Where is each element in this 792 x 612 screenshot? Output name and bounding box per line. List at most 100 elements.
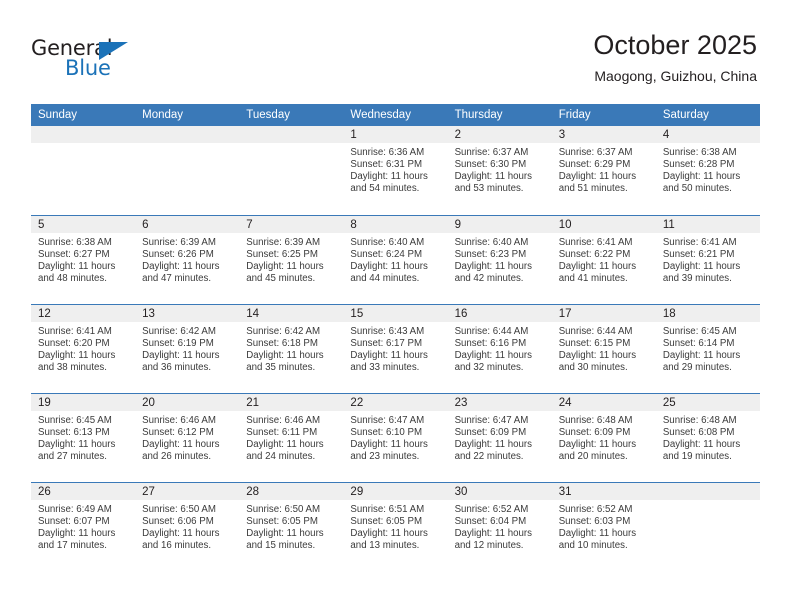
day-number: 27 xyxy=(135,482,240,500)
day-details xyxy=(656,500,760,504)
daylight-duration-line1: Daylight: 11 hours xyxy=(142,527,220,539)
calendar-day-cell[interactable]: 2 Sunrise: 6:37 AM Sunset: 6:30 PM Daylight… xyxy=(447,126,552,216)
calendar-day-cell[interactable]: 20 Sunrise: 6:46 AM Sunset: 6:12 PM Dayligh… xyxy=(135,393,240,483)
sunset-time: Sunset: 6:29 PM xyxy=(558,159,631,171)
title-block: October 2025 Maogong, Guizhou, China xyxy=(593,30,757,84)
daylight-duration-line2: and 24 minutes. xyxy=(246,450,316,462)
daylight-duration-line1: Daylight: 11 hours xyxy=(350,438,428,450)
calendar-day-cell[interactable]: 18 Sunrise: 6:45 AM Sunset: 6:14 PM Dayligh… xyxy=(655,304,760,394)
calendar-day-cell[interactable]: 31 Sunrise: 6:52 AM Sunset: 6:03 PM Dayligh… xyxy=(551,482,656,571)
daylight-duration-line2: and 38 minutes. xyxy=(38,361,107,373)
daylight-duration-line1: Daylight: 11 hours xyxy=(454,438,532,450)
daylight-duration-line2: and 35 minutes. xyxy=(246,361,316,373)
sunrise-time: Sunrise: 6:41 AM xyxy=(662,236,737,248)
sunset-time: Sunset: 6:30 PM xyxy=(454,159,527,171)
calendar-day-cell[interactable]: 26 Sunrise: 6:49 AM Sunset: 6:07 PM Dayligh… xyxy=(31,482,136,571)
day-details xyxy=(31,143,135,147)
calendar-day-cell[interactable]: 24 Sunrise: 6:48 AM Sunset: 6:09 PM Dayligh… xyxy=(551,393,656,483)
daylight-duration-line2: and 51 minutes. xyxy=(558,183,628,195)
sunrise-time: Sunrise: 6:39 AM xyxy=(142,236,216,248)
day-details: Sunrise: 6:39 AM Sunset: 6:26 PM Daylight:… xyxy=(135,233,239,285)
daylight-duration-line1: Daylight: 11 hours xyxy=(558,260,637,272)
calendar-day-cell[interactable]: 10 Sunrise: 6:41 AM Sunset: 6:22 PM Dayligh… xyxy=(551,215,656,305)
day-details: Sunrise: 6:52 AM Sunset: 6:03 PM Daylight:… xyxy=(552,500,656,552)
daylight-duration-line1: Daylight: 11 hours xyxy=(662,260,741,272)
sunrise-time: Sunrise: 6:49 AM xyxy=(38,503,112,515)
calendar-week-row: 1 Sunrise: 6:36 AM Sunset: 6:31 PM Daylight… xyxy=(31,126,760,216)
daylight-duration-line2: and 16 minutes. xyxy=(142,539,212,551)
calendar-day-cell-empty xyxy=(135,126,240,216)
sunset-time: Sunset: 6:09 PM xyxy=(558,426,631,438)
sunrise-time: Sunrise: 6:47 AM xyxy=(350,414,425,426)
sunset-time: Sunset: 6:10 PM xyxy=(350,426,423,438)
calendar-day-cell[interactable]: 5 Sunrise: 6:38 AM Sunset: 6:27 PM Daylight… xyxy=(31,215,136,305)
calendar-day-cell-empty xyxy=(31,126,136,216)
calendar-day-cell[interactable]: 28 Sunrise: 6:50 AM Sunset: 6:05 PM Dayligh… xyxy=(239,482,344,571)
daylight-duration-line1: Daylight: 11 hours xyxy=(662,349,741,361)
calendar-day-cell[interactable]: 7 Sunrise: 6:39 AM Sunset: 6:25 PM Daylight… xyxy=(239,215,344,305)
calendar-day-cell[interactable]: 3 Sunrise: 6:37 AM Sunset: 6:29 PM Daylight… xyxy=(551,126,656,216)
calendar-day-cell[interactable]: 14 Sunrise: 6:42 AM Sunset: 6:18 PM Dayligh… xyxy=(239,304,344,394)
daylight-duration-line1: Daylight: 11 hours xyxy=(142,438,220,450)
daylight-duration-line2: and 27 minutes. xyxy=(38,450,107,462)
sunrise-time: Sunrise: 6:51 AM xyxy=(350,503,425,515)
day-number: 21 xyxy=(239,393,344,411)
day-details: Sunrise: 6:38 AM Sunset: 6:28 PM Daylight:… xyxy=(656,143,760,195)
calendar-day-cell[interactable]: 27 Sunrise: 6:50 AM Sunset: 6:06 PM Dayligh… xyxy=(135,482,240,571)
calendar-day-cell[interactable]: 9 Sunrise: 6:40 AM Sunset: 6:23 PM Daylight… xyxy=(447,215,552,305)
calendar-day-cell[interactable]: 6 Sunrise: 6:39 AM Sunset: 6:26 PM Daylight… xyxy=(135,215,240,305)
daylight-duration-line1: Daylight: 11 hours xyxy=(38,260,116,272)
calendar-day-cell[interactable]: 19 Sunrise: 6:45 AM Sunset: 6:13 PM Dayligh… xyxy=(31,393,136,483)
calendar-day-cell[interactable]: 1 Sunrise: 6:36 AM Sunset: 6:31 PM Daylight… xyxy=(343,126,448,216)
day-number xyxy=(31,126,136,143)
calendar-day-cell[interactable]: 13 Sunrise: 6:42 AM Sunset: 6:19 PM Dayligh… xyxy=(135,304,240,394)
sunset-time: Sunset: 6:26 PM xyxy=(142,248,214,260)
sunrise-time: Sunrise: 6:45 AM xyxy=(38,414,112,426)
generalblue-logo: General Blue xyxy=(31,38,151,84)
sunrise-time: Sunrise: 6:44 AM xyxy=(558,325,633,337)
calendar-week-row: 12 Sunrise: 6:41 AM Sunset: 6:20 PM Dayligh… xyxy=(31,304,760,394)
day-number: 5 xyxy=(31,215,136,233)
day-number: 15 xyxy=(343,304,448,322)
day-number: 24 xyxy=(551,393,656,411)
day-details: Sunrise: 6:42 AM Sunset: 6:18 PM Daylight:… xyxy=(239,322,343,374)
calendar-day-cell[interactable]: 11 Sunrise: 6:41 AM Sunset: 6:21 PM Dayligh… xyxy=(655,215,760,305)
daylight-duration-line2: and 41 minutes. xyxy=(558,272,628,284)
calendar-day-cell[interactable]: 15 Sunrise: 6:43 AM Sunset: 6:17 PM Dayligh… xyxy=(343,304,448,394)
daylight-duration-line1: Daylight: 11 hours xyxy=(454,171,532,183)
calendar-day-cell[interactable]: 8 Sunrise: 6:40 AM Sunset: 6:24 PM Daylight… xyxy=(343,215,448,305)
sunset-time: Sunset: 6:17 PM xyxy=(350,337,423,349)
day-details: Sunrise: 6:37 AM Sunset: 6:30 PM Daylight:… xyxy=(448,143,552,195)
calendar-day-cell[interactable]: 17 Sunrise: 6:44 AM Sunset: 6:15 PM Dayligh… xyxy=(551,304,656,394)
calendar-day-cell[interactable]: 29 Sunrise: 6:51 AM Sunset: 6:05 PM Dayligh… xyxy=(343,482,448,571)
weekday-header-wednesday: Wednesday xyxy=(343,104,448,126)
day-details: Sunrise: 6:45 AM Sunset: 6:13 PM Daylight:… xyxy=(31,411,135,463)
sunrise-time: Sunrise: 6:42 AM xyxy=(142,325,216,337)
daylight-duration-line1: Daylight: 11 hours xyxy=(558,349,637,361)
daylight-duration-line2: and 29 minutes. xyxy=(662,361,732,373)
daylight-duration-line1: Daylight: 11 hours xyxy=(246,349,324,361)
calendar-day-cell[interactable]: 4 Sunrise: 6:38 AM Sunset: 6:28 PM Daylight… xyxy=(655,126,760,216)
day-details: Sunrise: 6:50 AM Sunset: 6:06 PM Daylight:… xyxy=(135,500,239,552)
calendar-day-cell[interactable]: 12 Sunrise: 6:41 AM Sunset: 6:20 PM Dayligh… xyxy=(31,304,136,394)
calendar-day-cell[interactable]: 16 Sunrise: 6:44 AM Sunset: 6:16 PM Dayligh… xyxy=(447,304,552,394)
daylight-duration-line2: and 23 minutes. xyxy=(350,450,420,462)
calendar-day-cell[interactable]: 21 Sunrise: 6:46 AM Sunset: 6:11 PM Dayligh… xyxy=(239,393,344,483)
daylight-duration-line1: Daylight: 11 hours xyxy=(350,260,428,272)
daylight-duration-line2: and 19 minutes. xyxy=(662,450,732,462)
sunset-time: Sunset: 6:21 PM xyxy=(662,248,735,260)
calendar-day-cell[interactable]: 23 Sunrise: 6:47 AM Sunset: 6:09 PM Dayligh… xyxy=(447,393,552,483)
day-details: Sunrise: 6:44 AM Sunset: 6:15 PM Daylight:… xyxy=(552,322,656,374)
sunrise-time: Sunrise: 6:44 AM xyxy=(454,325,529,337)
daylight-duration-line1: Daylight: 11 hours xyxy=(38,438,116,450)
calendar-day-cell[interactable]: 25 Sunrise: 6:48 AM Sunset: 6:08 PM Dayligh… xyxy=(655,393,760,483)
daylight-duration-line1: Daylight: 11 hours xyxy=(558,438,637,450)
weekday-header-friday: Friday xyxy=(551,104,656,126)
weekday-header-thursday: Thursday xyxy=(447,104,552,126)
calendar-day-cell[interactable]: 30 Sunrise: 6:52 AM Sunset: 6:04 PM Dayligh… xyxy=(447,482,552,571)
page-title: October 2025 xyxy=(593,30,757,60)
sunrise-time: Sunrise: 6:50 AM xyxy=(246,503,321,515)
calendar-day-cell[interactable]: 22 Sunrise: 6:47 AM Sunset: 6:10 PM Dayligh… xyxy=(343,393,448,483)
sunset-time: Sunset: 6:15 PM xyxy=(558,337,631,349)
sunset-time: Sunset: 6:25 PM xyxy=(246,248,318,260)
